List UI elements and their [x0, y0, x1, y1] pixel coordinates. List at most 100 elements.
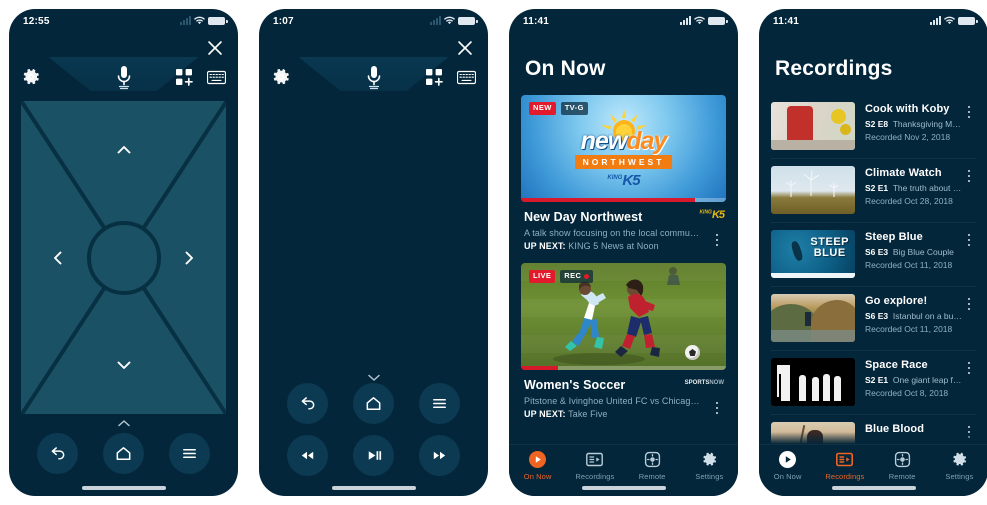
tab-label: Recordings — [575, 472, 615, 481]
recording-title: Cook with Koby — [865, 103, 950, 115]
tab-label: Remote — [888, 472, 916, 481]
gear-icon — [951, 451, 968, 468]
kebab-menu-icon[interactable] — [710, 231, 724, 249]
phone-on-now: 11:41 On Now NEW TV-G newday NORTHWEST K… — [509, 9, 738, 496]
rewind-button[interactable] — [287, 435, 329, 476]
program-thumbnail[interactable]: LIVE REC — [521, 263, 726, 370]
up-next-label: UP NEXT: — [524, 409, 566, 419]
kebab-menu-icon[interactable] — [962, 359, 976, 377]
tab-label: Settings — [695, 472, 724, 481]
program-thumbnail[interactable]: NEW TV-G newday NORTHWEST KINGK5 — [521, 95, 726, 202]
dpad-ok-button[interactable] — [86, 220, 161, 295]
king5-artwork-logo: KINGK5 — [607, 172, 640, 189]
recording-row[interactable]: Climate Watch S2 E1 The truth about wind… — [771, 159, 976, 223]
keyboard-icon[interactable] — [206, 70, 227, 85]
remote-control-row — [9, 433, 238, 474]
dpad-area — [9, 101, 238, 414]
dpad[interactable] — [21, 101, 226, 414]
battery-icon — [958, 17, 978, 25]
tab-on-now[interactable]: On Now — [509, 451, 566, 481]
soccer-ball-graphic — [685, 345, 700, 360]
status-badge-rating: TV-G — [560, 102, 588, 115]
grid-keypad-icon[interactable] — [176, 68, 193, 86]
drawer-handle-chevron-up-icon[interactable] — [117, 415, 131, 427]
record-dot-icon — [584, 273, 590, 279]
recording-row[interactable]: STEEP BLUE Steep Blue S6 E3 Big Blue Coup… — [771, 223, 976, 287]
back-button[interactable] — [287, 383, 329, 424]
tab-label: Remote — [638, 472, 666, 481]
home-indicator — [831, 486, 916, 490]
chevron-down-icon[interactable] — [115, 356, 133, 374]
battery-icon — [208, 17, 228, 25]
tab-on-now[interactable]: On Now — [759, 451, 816, 481]
recording-title: Blue Blood — [865, 423, 925, 435]
remote-header — [9, 35, 238, 101]
up-next-line: UP NEXT: KING 5 News at Noon — [524, 241, 723, 251]
tab-remote[interactable]: Remote — [874, 451, 931, 481]
gear-icon[interactable] — [21, 67, 41, 87]
back-button[interactable] — [37, 433, 79, 474]
recording-row[interactable]: Space Race S2 E1 One giant leap for... R… — [771, 351, 976, 415]
tab-recordings[interactable]: Recordings — [816, 451, 873, 481]
kebab-menu-icon[interactable] — [962, 423, 976, 441]
up-next-value: KING 5 News at Noon — [568, 241, 659, 251]
tab-remote[interactable]: Remote — [624, 451, 681, 481]
kebab-menu-icon[interactable] — [962, 167, 976, 185]
recording-title: Go explore! — [865, 295, 928, 307]
microphone-icon[interactable] — [113, 64, 135, 90]
card-meta: KINGK5 New Day Northwest A talk show foc… — [521, 202, 726, 251]
program-description: Pitstone & Ivinghoe United FC vs Chicago… — [524, 396, 723, 406]
kebab-menu-icon[interactable] — [962, 295, 976, 313]
on-now-card[interactable]: LIVE REC SPORTSNOW Women's Soccer Pitsto… — [521, 263, 726, 419]
notch — [580, 9, 667, 27]
tab-recordings[interactable]: Recordings — [566, 451, 623, 481]
chevron-right-icon[interactable] — [180, 249, 198, 267]
chevron-up-icon[interactable] — [115, 141, 133, 159]
recordings-list-icon — [836, 451, 854, 468]
fast-forward-button[interactable] — [418, 435, 460, 476]
status-time: 1:07 — [273, 16, 294, 27]
recording-episode: S2 E1 The truth about wind — [865, 183, 962, 193]
close-icon[interactable] — [456, 39, 474, 57]
kebab-menu-icon[interactable] — [962, 231, 976, 249]
recording-date: Recorded Oct 8, 2018 — [865, 388, 949, 398]
tab-label: Recordings — [825, 472, 865, 481]
tab-settings[interactable]: Settings — [931, 451, 987, 481]
hamburger-menu-button[interactable] — [168, 433, 210, 474]
card-meta: SPORTSNOW Women's Soccer Pitstone & Ivin… — [521, 370, 726, 419]
phone-recordings: 11:41 Recordings Cook with Koby S2 E8 Th… — [759, 9, 987, 496]
kebab-menu-icon[interactable] — [710, 399, 724, 417]
recording-row[interactable]: Cook with Koby S2 E8 Thanksgiving Menu R… — [771, 95, 976, 159]
drawer-handle-chevron-down-icon[interactable] — [367, 369, 381, 381]
gear-icon[interactable] — [271, 67, 291, 87]
on-now-list[interactable]: NEW TV-G newday NORTHWEST KINGK5 KINGK5 … — [509, 95, 738, 419]
kebab-menu-icon[interactable] — [962, 103, 976, 121]
recording-row[interactable]: Go explore! S6 E3 Istanbul on a budget R… — [771, 287, 976, 351]
home-indicator — [581, 486, 666, 490]
microphone-icon[interactable] — [363, 64, 385, 90]
notch — [330, 9, 417, 27]
recordings-list[interactable]: Cook with Koby S2 E8 Thanksgiving Menu R… — [759, 95, 987, 479]
progress-bar — [521, 198, 726, 202]
chevron-left-icon[interactable] — [49, 249, 67, 267]
home-button[interactable] — [102, 433, 144, 474]
tab-settings[interactable]: Settings — [681, 451, 738, 481]
home-button[interactable] — [352, 383, 394, 424]
up-next-label: UP NEXT: — [524, 241, 566, 251]
recording-episode: S2 E1 One giant leap for... — [865, 375, 962, 385]
badge-group: LIVE REC — [529, 270, 594, 283]
program-title: New Day Northwest — [524, 210, 643, 224]
screenshot-stage: 12:55 1:07 11:41 On Now NEW TV-G newday … — [0, 0, 987, 505]
remote-control-row-playback — [259, 435, 488, 476]
climate-watch-thumb — [771, 166, 855, 214]
recording-episode: S6 E3 Big Blue Couple — [865, 247, 954, 257]
battery-icon — [458, 17, 478, 25]
play-pause-button[interactable] — [352, 435, 394, 476]
grid-keypad-icon[interactable] — [426, 68, 443, 86]
close-icon[interactable] — [206, 39, 224, 57]
remote-control-row-primary — [259, 383, 488, 424]
on-now-card[interactable]: NEW TV-G newday NORTHWEST KINGK5 KINGK5 … — [521, 95, 726, 251]
space-race-thumb — [771, 358, 855, 406]
hamburger-menu-button[interactable] — [418, 383, 460, 424]
keyboard-icon[interactable] — [456, 70, 477, 85]
